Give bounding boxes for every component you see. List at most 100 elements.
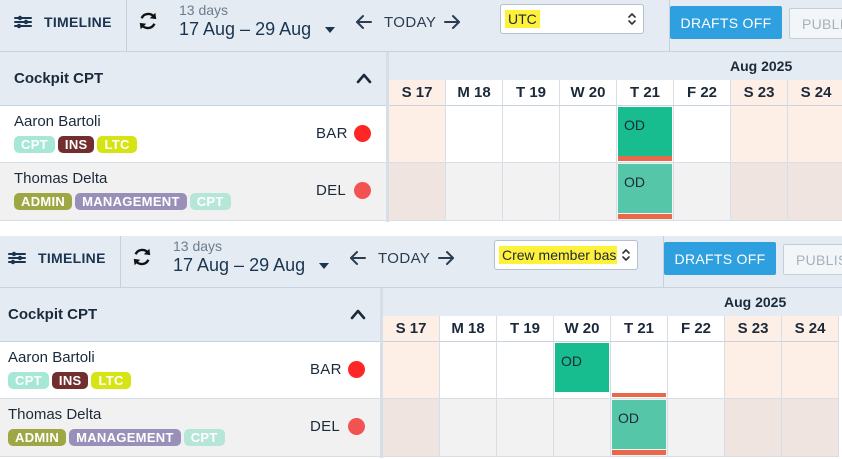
duty-marker xyxy=(612,450,666,455)
month-header: Aug 2025 xyxy=(383,288,842,316)
schedule-cell[interactable] xyxy=(440,342,497,399)
view-select[interactable]: Crew member bas xyxy=(494,240,638,270)
day-header[interactable]: M 18 xyxy=(440,316,497,342)
schedule-cell[interactable]: OD xyxy=(617,106,674,163)
schedule-cell[interactable] xyxy=(788,106,842,163)
range-dates-label: 17 Aug – 29 Aug xyxy=(179,19,312,39)
day-header[interactable]: T 21 xyxy=(617,80,674,106)
today-button[interactable]: TODAY xyxy=(378,250,430,267)
day-header[interactable]: T 19 xyxy=(497,316,554,342)
schedule-cell[interactable] xyxy=(782,399,839,457)
next-period-button[interactable] xyxy=(436,248,456,268)
refresh-button[interactable] xyxy=(137,10,159,32)
schedule-cell[interactable] xyxy=(788,163,842,221)
sliders-icon xyxy=(14,15,32,29)
crew-tag: CPT xyxy=(8,372,49,389)
schedule-cell[interactable] xyxy=(446,163,503,221)
day-header[interactable]: S 24 xyxy=(788,80,842,106)
range-dates-label: 17 Aug – 29 Aug xyxy=(173,255,306,275)
schedule-cell[interactable] xyxy=(731,163,788,221)
chevron-up-icon[interactable] xyxy=(350,308,366,320)
timeline-button[interactable]: TIMELINE xyxy=(14,0,112,44)
crew-name: Aaron Bartoli xyxy=(8,349,95,366)
duty-block[interactable]: OD xyxy=(618,164,672,213)
drafts-toggle-button[interactable]: DRAFTS OFF xyxy=(670,6,782,39)
publish-button[interactable]: PUBLISH xyxy=(789,8,842,39)
day-header[interactable]: S 24 xyxy=(782,316,839,342)
crew-tags: CPT INS LTC xyxy=(14,136,137,153)
schedule-cell[interactable] xyxy=(383,342,440,399)
day-header[interactable]: M 18 xyxy=(446,80,503,106)
schedule-cell[interactable] xyxy=(731,106,788,163)
schedule-cell[interactable] xyxy=(560,163,617,221)
day-header[interactable]: F 22 xyxy=(674,80,731,106)
day-header[interactable]: S 17 xyxy=(389,80,446,106)
schedule-cell[interactable]: OD xyxy=(617,163,674,221)
arrow-left-icon xyxy=(350,251,366,265)
day-header[interactable]: S 23 xyxy=(725,316,782,342)
previous-period-button[interactable] xyxy=(348,248,368,268)
crew-group-label: Cockpit CPT xyxy=(8,306,98,323)
day-header[interactable]: W 20 xyxy=(554,316,611,342)
schedule-cell[interactable] xyxy=(503,163,560,221)
schedule-cell[interactable] xyxy=(560,106,617,163)
duty-block[interactable]: OD xyxy=(618,107,672,156)
crew-group-header: Cockpit CPT xyxy=(0,288,380,342)
crew-name: Thomas Delta xyxy=(14,170,108,187)
next-period-button[interactable] xyxy=(442,12,462,32)
schedule-cell[interactable] xyxy=(674,163,731,221)
drafts-toggle-button[interactable]: DRAFTS OFF xyxy=(664,242,776,275)
schedule-cell[interactable] xyxy=(497,342,554,399)
date-range-picker: 13 days 17 Aug – 29 Aug xyxy=(173,238,330,276)
crew-tag: LTC xyxy=(91,372,131,389)
crew-group-label: Cockpit CPT xyxy=(14,70,104,87)
schedule-cell[interactable] xyxy=(725,399,782,457)
schedule-cell[interactable] xyxy=(674,106,731,163)
crew-code: DEL xyxy=(310,418,341,435)
range-dates-dropdown[interactable]: 17 Aug – 29 Aug xyxy=(173,255,330,276)
schedule-cell[interactable] xyxy=(440,399,497,457)
schedule-cell[interactable] xyxy=(725,342,782,399)
refresh-button[interactable] xyxy=(131,246,153,268)
crew-name: Thomas Delta xyxy=(8,406,102,423)
duty-block[interactable]: OD xyxy=(555,343,609,392)
crew-row[interactable]: Thomas Delta ADMIN MANAGEMENT CPT DEL xyxy=(0,163,386,221)
schedule-cell[interactable] xyxy=(383,399,440,457)
schedule-cell[interactable] xyxy=(668,342,725,399)
toolbar-divider xyxy=(126,0,127,52)
day-header[interactable]: F 22 xyxy=(668,316,725,342)
schedule-cell[interactable] xyxy=(668,399,725,457)
arrow-left-icon xyxy=(356,15,372,29)
timeline-button[interactable]: TIMELINE xyxy=(8,236,106,280)
crew-tag: MANAGEMENT xyxy=(75,193,187,210)
crew-row[interactable]: Thomas Delta ADMIN MANAGEMENT CPT DEL xyxy=(0,399,380,457)
range-dates-dropdown[interactable]: 17 Aug – 29 Aug xyxy=(179,19,336,40)
publish-button[interactable]: PUBLISH xyxy=(783,244,842,275)
today-button[interactable]: TODAY xyxy=(384,14,436,31)
chevron-up-icon[interactable] xyxy=(356,72,372,84)
crew-row[interactable]: Aaron Bartoli CPT INS LTC BAR xyxy=(0,342,380,399)
day-header[interactable]: S 23 xyxy=(731,80,788,106)
schedule-cell[interactable] xyxy=(389,163,446,221)
schedule-cell[interactable] xyxy=(497,399,554,457)
schedule-cell[interactable] xyxy=(554,399,611,457)
status-dot-icon xyxy=(348,418,365,435)
schedule-cell[interactable]: OD xyxy=(611,399,668,457)
duty-block[interactable]: OD xyxy=(612,400,666,449)
schedule-cell[interactable] xyxy=(782,342,839,399)
day-header[interactable]: S 17 xyxy=(383,316,440,342)
day-header[interactable]: T 21 xyxy=(611,316,668,342)
crew-row[interactable]: Aaron Bartoli CPT INS LTC BAR xyxy=(0,106,386,163)
crew-code: BAR xyxy=(310,361,342,378)
view-select[interactable]: UTC xyxy=(500,4,644,34)
schedule-cell[interactable] xyxy=(611,342,668,399)
day-header[interactable]: W 20 xyxy=(560,80,617,106)
schedule-cell[interactable] xyxy=(389,106,446,163)
schedule-cell[interactable] xyxy=(503,106,560,163)
schedule-cell[interactable]: OD xyxy=(554,342,611,399)
refresh-icon xyxy=(139,12,157,30)
previous-period-button[interactable] xyxy=(354,12,374,32)
schedule-cell[interactable] xyxy=(446,106,503,163)
date-range-picker: 13 days 17 Aug – 29 Aug xyxy=(179,2,336,40)
day-header[interactable]: T 19 xyxy=(503,80,560,106)
